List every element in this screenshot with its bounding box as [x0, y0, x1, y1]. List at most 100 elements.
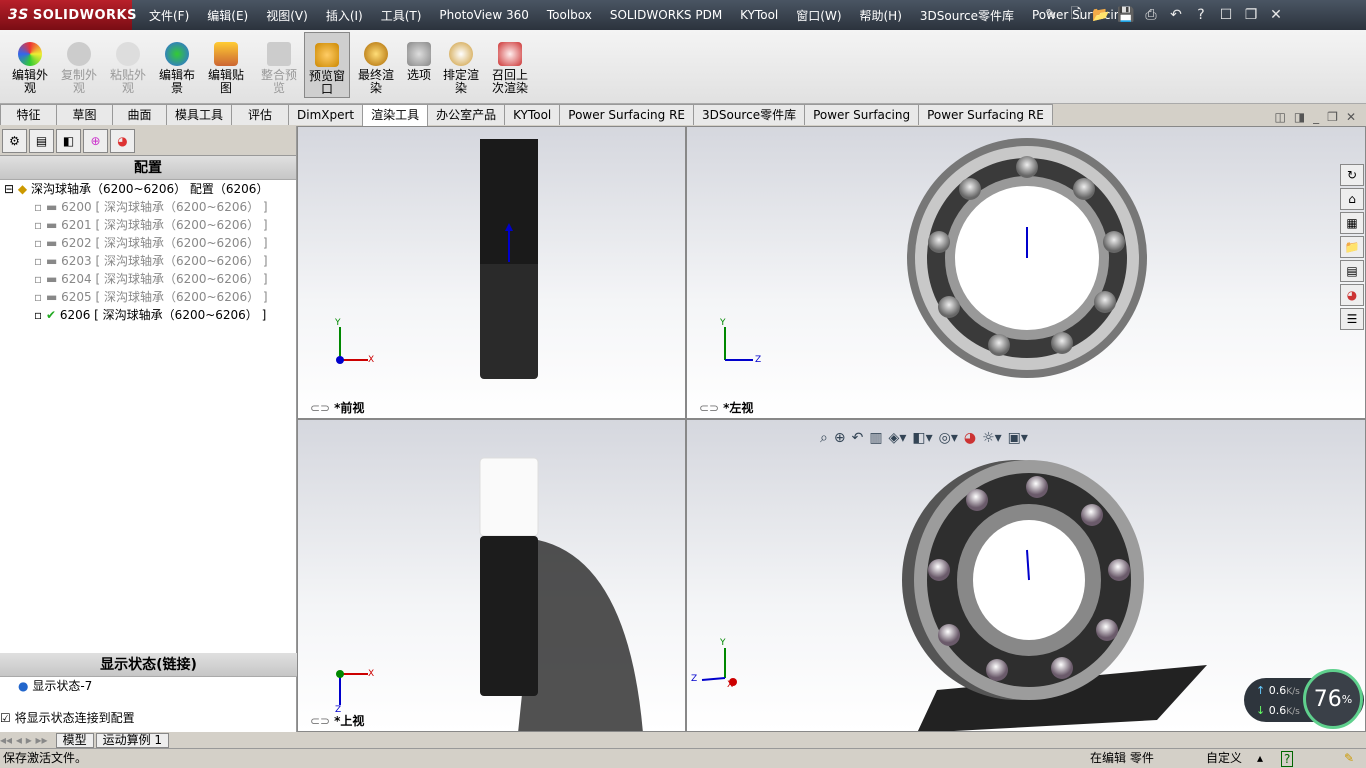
menu-help[interactable]: 帮助(H) [851, 7, 911, 24]
units-up-icon[interactable]: ▴ [1257, 749, 1263, 768]
download-unit: K/s [1286, 707, 1300, 717]
config-item[interactable]: ▫ ▬ 6200 [ 深沟球轴承（6200~6206） ] [0, 198, 296, 216]
property-manager-tab[interactable]: ▤ [29, 128, 54, 153]
nav-arrows[interactable]: ◂◂ ◂ ▸ ▸▸ [0, 733, 48, 747]
zoom-to-area-icon[interactable]: ⊕ [834, 430, 846, 446]
tab-model[interactable]: 模型 [55, 732, 94, 748]
home-icon[interactable]: ⌂ [1340, 188, 1364, 210]
menu-insert[interactable]: 插入(I) [317, 7, 372, 24]
close-icon[interactable]: ✕ [1265, 4, 1287, 26]
front-viewport[interactable]: Y X ⊂⊃ *前视 [297, 126, 686, 419]
display-style-icon[interactable]: ◧▾ [912, 430, 932, 446]
config-item-active[interactable]: ▫ ✔ 6206 [ 深沟球轴承（6200~6206） ] [0, 306, 296, 324]
tab-render-tools[interactable]: 渲染工具 [362, 104, 429, 126]
pin-icon[interactable]: ✎ [1040, 4, 1062, 26]
design-library-icon[interactable]: ▦ [1340, 212, 1364, 234]
integrated-preview-button[interactable]: 整合预览 [256, 32, 302, 98]
config-item[interactable]: ▫ ▬ 6203 [ 深沟球轴承（6200~6206） ] [0, 252, 296, 270]
file-explorer-icon[interactable]: 📁 [1340, 236, 1364, 258]
print-icon[interactable]: ⎙ [1140, 4, 1162, 26]
tab-mold-tools[interactable]: 模具工具 [166, 104, 233, 125]
edit-appearance-icon[interactable]: ◕ [964, 430, 976, 446]
custom-properties-icon[interactable]: ☰ [1340, 308, 1364, 330]
link-display-state-checkbox[interactable]: ☑ 将显示状态连接到配置 [0, 709, 135, 726]
display-manager-tab[interactable]: ◕ [110, 128, 135, 153]
collapse-icon[interactable]: ⊟ [4, 182, 14, 196]
tab-sketch[interactable]: 草图 [56, 104, 113, 125]
active-check-icon: ✔ [45, 308, 60, 322]
zoom-to-fit-icon[interactable]: ⌕ [820, 430, 828, 446]
menu-tools[interactable]: 工具(T) [372, 7, 431, 24]
menu-edit[interactable]: 编辑(E) [198, 7, 257, 24]
undo-icon[interactable]: ↶ [1165, 4, 1187, 26]
config-item[interactable]: ▫ ▬ 6204 [ 深沟球轴承（6200~6206） ] [0, 270, 296, 288]
menu-kytool[interactable]: KYTool [731, 8, 787, 22]
view-orientation-icon[interactable]: ◈▾ [889, 430, 907, 446]
notification-icon[interactable]: ✎ [1344, 749, 1354, 768]
config-root[interactable]: ⊟ ◆ 深沟球轴承（6200~6206） 配置（6206） [0, 180, 296, 198]
options-button[interactable]: 选项 [396, 32, 442, 98]
final-render-button[interactable]: 最终渲染 [353, 32, 399, 98]
view-settings-icon[interactable]: ▣▾ [1008, 430, 1028, 446]
units-selector[interactable]: 自定义 [1206, 749, 1242, 768]
menu-pdm[interactable]: SOLIDWORKS PDM [601, 8, 731, 22]
configuration-manager-tab[interactable]: ◧ [56, 128, 81, 153]
menu-toolbox[interactable]: Toolbox [538, 8, 601, 22]
new-file-icon[interactable]: 🗋 [1065, 4, 1087, 26]
options-icon[interactable]: ☐ [1215, 4, 1237, 26]
preview-window-button[interactable]: 预览窗口 [304, 32, 350, 98]
menu-photoview[interactable]: PhotoView 360 [430, 8, 537, 22]
minimize-icon[interactable]: _ [1313, 110, 1319, 124]
copy-appearance-button[interactable]: 复制外观 [56, 32, 102, 98]
config-item[interactable]: ▫ ▬ 6205 [ 深沟球轴承（6200~6206） ] [0, 288, 296, 306]
tab-motion-study[interactable]: 运动算例 1 [95, 732, 170, 748]
restore-icon[interactable]: ❐ [1240, 4, 1262, 26]
menu-window[interactable]: 窗口(W) [787, 7, 850, 24]
view-palette-icon[interactable]: ▤ [1340, 260, 1364, 282]
tab-3dsource[interactable]: 3DSource零件库 [692, 104, 806, 125]
apply-scene-icon[interactable]: ☼▾ [982, 430, 1002, 446]
dimxpert-manager-tab[interactable]: ⊕ [83, 128, 108, 153]
tab-features[interactable]: 特征 [0, 104, 57, 125]
menu-3dsource[interactable]: 3DSource零件库 [911, 7, 1023, 24]
hide-show-items-icon[interactable]: ◎▾ [939, 430, 958, 446]
save-icon[interactable]: 💾 [1115, 4, 1137, 26]
edit-decal-button[interactable]: 编辑贴图 [203, 32, 249, 98]
edit-scene-button[interactable]: 编辑布景 [154, 32, 200, 98]
help-icon[interactable]: ? [1190, 4, 1212, 26]
tab-power-surfacing-re-2[interactable]: Power Surfacing RE [918, 104, 1053, 125]
schedule-render-button[interactable]: 排定渲染 [438, 32, 484, 98]
tab-kytool[interactable]: KYTool [504, 104, 561, 125]
recall-last-render-button[interactable]: 召回上次渲染 [487, 32, 533, 98]
config-item[interactable]: ▫ ▬ 6202 [ 深沟球轴承（6200~6206） ] [0, 234, 296, 252]
edit-appearance-button[interactable]: 编辑外观 [7, 32, 53, 98]
close-doc-icon[interactable]: ✕ [1346, 110, 1356, 124]
menu-file[interactable]: 文件(F) [140, 7, 198, 24]
section-view-icon[interactable]: ▥ [869, 430, 882, 446]
link-icon: ⊂⊃ [699, 401, 720, 415]
restore-doc-icon[interactable]: ❐ [1327, 110, 1338, 124]
help-status-icon[interactable]: ? [1281, 751, 1294, 767]
feature-manager-tab[interactable]: ⚙ [2, 128, 27, 153]
menu-view[interactable]: 视图(V) [257, 7, 317, 24]
memory-usage-gauge[interactable]: 76% [1303, 669, 1363, 729]
previous-view-icon[interactable]: ↶ [852, 430, 864, 446]
solidworks-logo[interactable]: 3S SOLIDWORKS [0, 0, 136, 30]
left-viewport[interactable]: Y Z ⊂⊃ *左视 [686, 126, 1366, 419]
tab-dimxpert[interactable]: DimXpert [288, 104, 364, 125]
tab-surfaces[interactable]: 曲面 [112, 104, 167, 125]
tab-evaluate[interactable]: 评估 [231, 104, 290, 125]
cascade-icon[interactable]: ◨ [1294, 110, 1305, 124]
top-viewport[interactable]: X Z ⊂⊃ *上视 [297, 419, 686, 732]
paste-appearance-button[interactable]: 粘贴外观 [105, 32, 151, 98]
display-state-item[interactable]: ● 显示状态-7 [0, 677, 297, 695]
download-value: 0.6 [1268, 704, 1287, 717]
tab-power-surfacing[interactable]: Power Surfacing [804, 104, 920, 125]
appearances-icon[interactable]: ◕ [1340, 284, 1364, 306]
tab-power-surfacing-re[interactable]: Power Surfacing RE [559, 104, 694, 125]
open-file-icon[interactable]: 📂 [1090, 4, 1112, 26]
tile-icon[interactable]: ◫ [1274, 110, 1285, 124]
tab-office-products[interactable]: 办公室产品 [427, 104, 506, 125]
solidworks-resources-icon[interactable]: ↻ [1340, 164, 1364, 186]
config-item[interactable]: ▫ ▬ 6201 [ 深沟球轴承（6200~6206） ] [0, 216, 296, 234]
